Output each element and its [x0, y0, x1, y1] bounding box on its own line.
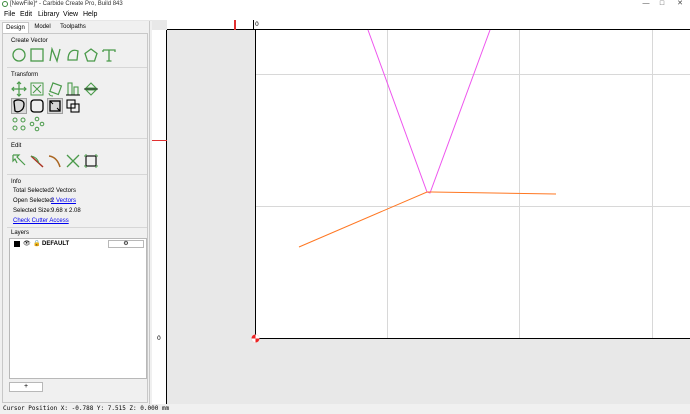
offset-tool-icon[interactable] — [11, 98, 27, 114]
total-selected-label: Total Selected: — [13, 188, 53, 194]
divider — [7, 138, 147, 139]
menu-view[interactable]: View — [63, 9, 78, 20]
workspace-svg[interactable] — [152, 20, 690, 404]
polyline-tool-icon[interactable] — [47, 47, 63, 63]
edit-heading: Edit — [11, 143, 22, 149]
tab-model[interactable]: Model — [30, 22, 55, 33]
selected-size-row: Selected Size: 9.68 x 2.08 — [13, 207, 81, 215]
menu-file[interactable]: File — [4, 9, 15, 20]
circular-array-icon[interactable] — [29, 116, 45, 132]
divider — [7, 67, 147, 68]
mirror-tool-icon[interactable] — [83, 81, 99, 97]
bounding-box-icon[interactable] — [83, 153, 99, 169]
array-tool-icon[interactable] — [11, 116, 27, 132]
text-tool-icon[interactable] — [101, 47, 117, 63]
info-heading: Info — [11, 179, 22, 185]
open-selected-link[interactable]: 2 Vectors — [51, 197, 76, 205]
trim-tool-icon[interactable] — [65, 153, 81, 169]
eye-icon[interactable]: 👁 — [23, 239, 31, 249]
app-icon — [2, 1, 8, 7]
maximize-button[interactable]: □ — [656, 0, 668, 9]
status-bar: Cursor Position X: -0.788 Y: 7.515 Z: 0.… — [0, 404, 690, 414]
close-button[interactable]: ✕ — [674, 0, 686, 9]
open-selected-label: Open Selected: — [13, 198, 55, 204]
add-layer-button[interactable]: + — [9, 382, 43, 392]
boolean-subtract-icon[interactable] — [65, 98, 81, 114]
menu-help[interactable]: Help — [83, 9, 97, 20]
layer-color-swatch[interactable] — [14, 241, 20, 247]
total-selected-row: Total Selected: 2 Vectors — [13, 187, 76, 195]
fillet-tool-icon[interactable] — [29, 98, 45, 114]
origin-marker-icon — [251, 334, 260, 343]
selected-size-label: Selected Size: — [13, 208, 52, 214]
join-tool-icon[interactable] — [47, 153, 63, 169]
divider — [7, 174, 147, 175]
check-cutter-access-link[interactable]: Check Cutter Access — [13, 217, 69, 225]
knife-tool-icon[interactable] — [29, 153, 45, 169]
title-bar: [NewFile]* - Carbide Create Pro, Build 8… — [0, 0, 690, 9]
design-panel: Create Vector Transform Edit Info Total … — [2, 33, 148, 403]
layer-name: DEFAULT — [42, 241, 70, 247]
node-edit-icon[interactable] — [11, 153, 27, 169]
cursor-position-readout: Cursor Position X: -0.788 Y: 7.515 Z: 0.… — [3, 405, 170, 412]
layers-list: 👁 🔒 DEFAULT ⚙ — [9, 238, 147, 379]
tab-design[interactable]: Design — [2, 22, 29, 33]
selected-size-value: 9.68 x 2.08 — [51, 208, 81, 214]
tab-toolpaths[interactable]: Toolpaths — [56, 22, 90, 33]
divider — [7, 227, 147, 228]
boolean-union-icon[interactable] — [47, 98, 63, 114]
menu-library[interactable]: Library — [38, 9, 59, 20]
lock-icon[interactable]: 🔒 — [33, 239, 40, 249]
scale-tool-icon[interactable] — [29, 81, 45, 97]
design-canvas-area[interactable]: 0 0 — [152, 20, 690, 404]
gear-icon: ⚙ — [123, 241, 129, 247]
window-title: [NewFile]* - Carbide Create Pro, Build 8… — [10, 1, 123, 7]
circle-tool-icon[interactable] — [11, 47, 27, 63]
menu-edit[interactable]: Edit — [20, 9, 32, 20]
polygon-tool-icon[interactable] — [83, 47, 99, 63]
sidebar: Design Model Toolpaths Create Vector Tra… — [0, 21, 150, 404]
rotate-tool-icon[interactable] — [47, 81, 63, 97]
open-selected-row: Open Selected: 2 Vectors — [13, 197, 76, 205]
total-selected-value: 2 Vectors — [51, 188, 77, 194]
layer-row[interactable]: 👁 🔒 DEFAULT ⚙ — [10, 239, 146, 249]
curve-tool-icon[interactable] — [65, 47, 81, 63]
rectangle-tool-icon[interactable] — [29, 47, 45, 63]
create-vector-heading: Create Vector — [11, 38, 48, 44]
minimize-button[interactable]: — — [640, 0, 652, 9]
align-tool-icon[interactable] — [65, 81, 81, 97]
transform-heading: Transform — [11, 72, 39, 78]
layer-settings-button[interactable]: ⚙ — [108, 240, 144, 248]
move-tool-icon[interactable] — [11, 81, 27, 97]
layers-heading: Layers — [11, 230, 30, 236]
